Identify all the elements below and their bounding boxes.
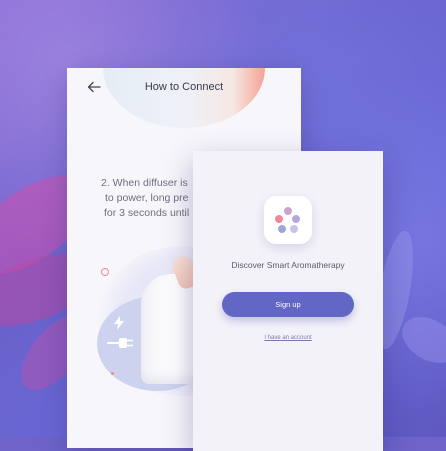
plug-icon bbox=[107, 338, 133, 348]
logo-dot bbox=[292, 215, 300, 223]
logo-dot bbox=[278, 225, 286, 233]
aroma-dots-logo bbox=[264, 196, 312, 244]
logo-dot bbox=[284, 207, 292, 215]
logo-dot bbox=[275, 215, 283, 223]
welcome-screen: Discover Smart Aromatherapy Sign up I ha… bbox=[193, 151, 383, 451]
decor-dot bbox=[111, 372, 114, 375]
logo-dot bbox=[290, 225, 298, 233]
page-title: How to Connect bbox=[144, 81, 224, 93]
tagline: Discover Smart Aromatherapy bbox=[231, 260, 345, 270]
bolt-icon bbox=[114, 316, 124, 330]
top-bar: How to Connect bbox=[67, 68, 301, 110]
sign-up-button[interactable]: Sign up bbox=[222, 292, 354, 317]
decor-dot bbox=[101, 268, 109, 276]
have-account-link[interactable]: I have an account bbox=[193, 335, 383, 341]
